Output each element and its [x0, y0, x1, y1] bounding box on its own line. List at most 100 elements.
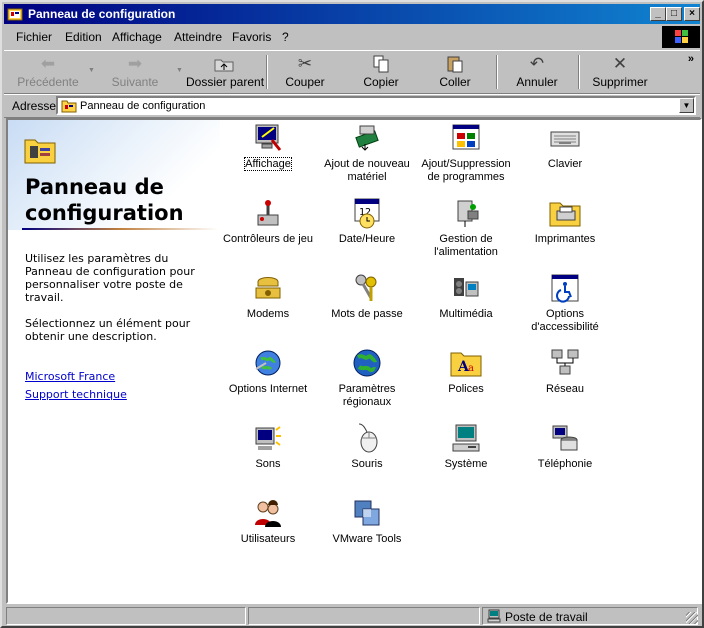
svg-text:a: a	[468, 363, 474, 374]
icon-label: Modems	[246, 308, 290, 320]
my-computer-icon	[487, 609, 501, 623]
clipboard-icon	[444, 55, 466, 73]
left-pane-description: Utilisez les paramètres du Panneau de co…	[25, 252, 195, 304]
cpl-item-souris[interactable]: Souris	[319, 422, 415, 471]
menu-atteindre[interactable]: Atteindre	[174, 30, 222, 44]
back-arrow-icon: ⬅	[40, 54, 56, 73]
cpl-item-telephonie[interactable]: Téléphonie	[517, 422, 613, 471]
menu-help[interactable]: ?	[282, 30, 289, 44]
icon-label: Ajout de nouveau matériel	[324, 158, 410, 183]
cpl-item-utilisateurs[interactable]: Utilisateurs	[220, 497, 316, 546]
link-support-technique[interactable]: Support technique	[25, 388, 127, 401]
vmware-icon	[354, 500, 380, 526]
icon-label: Mots de passe	[331, 308, 403, 320]
icon-label: Options d'accessibilité	[531, 308, 599, 333]
icon-label: Affichage	[244, 157, 292, 171]
icon-label: Options Internet	[228, 383, 308, 395]
keys-icon	[355, 274, 377, 301]
menu-fichier[interactable]: Fichier	[16, 30, 52, 44]
back-dropdown-icon[interactable]: ▼	[88, 67, 95, 74]
cpl-item-ajout-materiel[interactable]: Ajout de nouveau matériel	[319, 122, 415, 184]
icon-label: Ajout/Suppression de programmes	[421, 158, 511, 183]
title-bar[interactable]: Panneau de configuration _ □ ×	[4, 4, 700, 24]
delete-x-icon: ✕	[612, 54, 628, 73]
cpl-item-reseau[interactable]: Réseau	[517, 347, 613, 396]
forward-arrow-icon: ➡	[127, 54, 143, 73]
undo-button[interactable]: ↶ Annuler	[510, 53, 564, 91]
delete-button[interactable]: ✕ Supprimer	[590, 53, 650, 91]
accessibility-icon	[551, 274, 579, 303]
address-dropdown-button[interactable]: ▼	[679, 98, 694, 113]
icon-label: Sons	[255, 458, 281, 470]
modem-phone-icon	[255, 277, 281, 299]
cpl-item-controleurs-jeu[interactable]: Contrôleurs de jeu	[220, 197, 316, 246]
regional-globe-icon	[353, 349, 381, 377]
control-panel-icon	[7, 8, 23, 21]
folder-up-icon	[213, 55, 235, 73]
calendar-clock-icon: 12	[354, 198, 380, 229]
undo-icon: ↶	[529, 54, 545, 73]
forward-dropdown-icon[interactable]: ▼	[176, 67, 183, 74]
icon-label: Clavier	[547, 158, 583, 170]
menu-favoris[interactable]: Favoris	[232, 30, 271, 44]
status-bar: Poste de travail	[4, 606, 700, 626]
close-button[interactable]: ×	[684, 7, 700, 21]
game-controller-icon	[257, 200, 279, 226]
cpl-item-imprimantes[interactable]: Imprimantes	[517, 197, 613, 246]
explorer-window: Panneau de configuration _ □ × Fichier E…	[0, 0, 704, 628]
minimize-button[interactable]: _	[650, 7, 666, 21]
control-panel-folder-icon	[24, 139, 56, 164]
title-divider	[22, 228, 218, 230]
icon-label: Gestion de l'alimentation	[434, 233, 498, 258]
windows-logo	[662, 26, 700, 48]
paste-button[interactable]: Coller	[430, 53, 480, 91]
add-hardware-icon	[355, 125, 379, 151]
cpl-item-accessibilite[interactable]: Options d'accessibilité	[517, 272, 613, 334]
cpl-item-affichage[interactable]: Affichage	[220, 122, 316, 171]
toolbar-overflow-icon[interactable]: »	[688, 53, 694, 65]
icon-label: Réseau	[546, 383, 584, 395]
back-button[interactable]: ⬅ Précédente	[16, 53, 80, 91]
cpl-item-options-internet[interactable]: Options Internet	[220, 347, 316, 396]
link-microsoft-france[interactable]: Microsoft France	[25, 370, 115, 383]
copy-button[interactable]: Copier	[356, 53, 406, 91]
icon-label: Téléphonie	[537, 458, 593, 470]
toolbar-separator	[578, 55, 580, 89]
cpl-item-polices[interactable]: Aa Polices	[418, 347, 514, 396]
cpl-item-clavier[interactable]: Clavier	[517, 122, 613, 171]
cpl-item-vmware-tools[interactable]: VMware Tools	[319, 497, 415, 546]
cpl-item-sons[interactable]: Sons	[220, 422, 316, 471]
cpl-item-ajout-suppression[interactable]: Ajout/Suppression de programmes	[418, 122, 514, 184]
address-field[interactable]: Panneau de configuration ▼	[56, 96, 696, 115]
left-pane-title: Panneau de configuration	[25, 175, 184, 225]
forward-button[interactable]: ➡ Suivante	[102, 53, 168, 91]
control-panel-folder-icon	[61, 100, 77, 113]
cpl-item-mots-de-passe[interactable]: Mots de passe	[319, 272, 415, 321]
cpl-item-parametres-regionaux[interactable]: Paramètres régionaux	[319, 347, 415, 409]
display-icon	[255, 124, 282, 151]
parent-folder-button[interactable]: Dossier parent	[186, 53, 264, 91]
cpl-item-systeme[interactable]: Système	[418, 422, 514, 471]
users-icon	[255, 500, 281, 527]
status-panel-main	[6, 607, 246, 625]
cpl-item-modems[interactable]: Modems	[220, 272, 316, 321]
cpl-item-multimedia[interactable]: Multimédia	[418, 272, 514, 321]
resize-grip[interactable]	[686, 612, 698, 624]
icon-label: Utilisateurs	[240, 533, 296, 545]
cpl-item-alimentation[interactable]: Gestion de l'alimentation	[418, 197, 514, 259]
icon-label: Polices	[448, 383, 484, 395]
address-bar: Adresse Panneau de configuration ▼	[4, 94, 700, 118]
scissors-icon: ✂	[297, 54, 313, 73]
menu-edition[interactable]: Edition	[65, 30, 102, 44]
status-panel-zone: Poste de travail	[482, 607, 698, 625]
maximize-button[interactable]: □	[666, 7, 682, 21]
add-remove-programs-icon	[452, 124, 480, 150]
left-info-pane: Panneau de configuration Utilisez les pa…	[8, 120, 220, 602]
telephony-icon	[552, 425, 578, 451]
cpl-item-date-heure[interactable]: 12 Date/Heure	[319, 197, 415, 246]
power-icon	[457, 200, 479, 227]
icon-label: Souris	[351, 458, 383, 470]
menu-affichage[interactable]: Affichage	[112, 30, 162, 44]
cut-button[interactable]: ✂ Couper	[280, 53, 330, 91]
icon-label: Contrôleurs de jeu	[223, 233, 313, 245]
